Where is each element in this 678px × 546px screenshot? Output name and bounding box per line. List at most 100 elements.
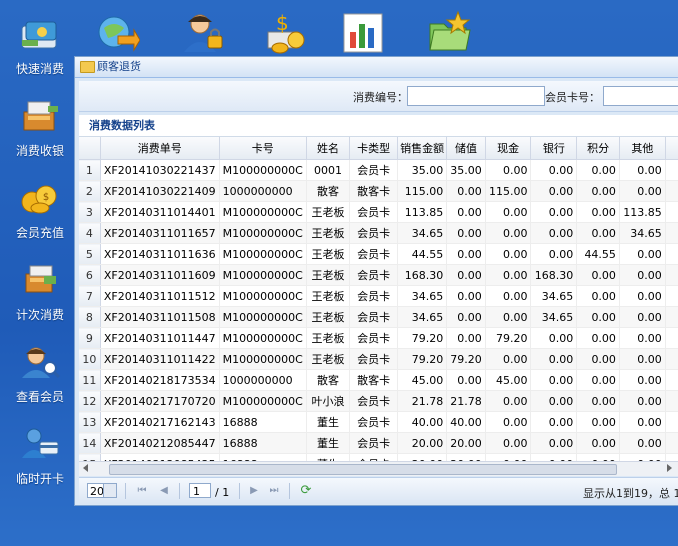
other-cell: 0.00 bbox=[619, 369, 666, 391]
cash-cell: 115.00 bbox=[485, 180, 532, 202]
cash-cell: 0.00 bbox=[485, 159, 532, 181]
card-type-cell: 会员卡 bbox=[349, 222, 399, 244]
sidebar-item-view-member[interactable]: 查看会员 bbox=[0, 336, 80, 406]
card-no-label: 会员卡号： bbox=[545, 91, 600, 104]
col-header-order-no[interactable]: 消费单号 bbox=[100, 137, 220, 160]
col-header-amount[interactable]: 销售金额 bbox=[397, 137, 448, 160]
table-row[interactable]: 6 XF20140311011609 M100000000C 王老板 会员卡 168.30… bbox=[79, 264, 678, 286]
card-no-cell: M100000000C bbox=[219, 243, 307, 265]
points-cell: 44.55 bbox=[576, 243, 620, 265]
points-cell: 0.00 bbox=[576, 222, 620, 244]
refresh-icon[interactable]: ⟳ bbox=[299, 484, 313, 498]
card-no-cell: 16888 bbox=[219, 411, 307, 433]
table-row[interactable]: 5 XF20140311011636 M100000000C 王老板 会员卡 44.55 0… bbox=[79, 243, 678, 265]
amount-cell: 113.85 bbox=[397, 201, 448, 223]
col-header-points[interactable]: 积分 bbox=[576, 137, 620, 160]
row-number: 11 bbox=[79, 369, 101, 391]
row-number: 3 bbox=[79, 201, 101, 223]
last-page-icon[interactable]: ⏭ bbox=[267, 484, 281, 498]
table-row[interactable]: 9 XF20140311011447 M100000000C 王老板 会员卡 79.20 0… bbox=[79, 327, 678, 349]
name-cell: 王老板 bbox=[306, 201, 351, 223]
name-cell: 王老板 bbox=[306, 222, 351, 244]
name-cell: 王老板 bbox=[306, 285, 351, 307]
amount-cell: 44.55 bbox=[397, 243, 448, 265]
card-type-cell: 会员卡 bbox=[349, 432, 399, 454]
table-row[interactable]: 1 XF20141030221437 M100000000C 0001 会员卡 35.00… bbox=[79, 159, 678, 181]
other-cell: 0.00 bbox=[619, 390, 666, 412]
table-row[interactable]: 14 XF20140212085447 16888 董生 会员卡 20.00 20.00 0.… bbox=[79, 432, 678, 454]
name-cell: 董生 bbox=[306, 453, 351, 461]
card-no-input[interactable] bbox=[603, 86, 678, 106]
user-lock-icon[interactable] bbox=[180, 10, 226, 56]
scroll-left-icon[interactable] bbox=[83, 464, 88, 472]
table-row[interactable]: 3 XF20140311014401 M100000000C 王老板 会员卡 113.85… bbox=[79, 201, 678, 223]
current-page-input[interactable]: 1 bbox=[189, 483, 211, 498]
sidebar-item-count-consume[interactable]: 计次消费 bbox=[0, 254, 80, 324]
globe-arrow-icon[interactable] bbox=[94, 10, 141, 56]
search-bar: 消费编号： 会员卡号： bbox=[79, 81, 678, 112]
points-cell: 0.00 bbox=[576, 390, 620, 412]
bank-cell: 0.00 bbox=[530, 327, 578, 349]
return-goods-window: 顾客退货 消费编号： 会员卡号： 消费数据列表 消费单号 卡号 姓名 卡类型 销… bbox=[74, 56, 678, 506]
order-no-cell: XF20140311011508 bbox=[100, 306, 220, 328]
stored-cell: 0.00 bbox=[446, 285, 486, 307]
first-page-icon[interactable]: ⏮ bbox=[135, 484, 149, 498]
table-row[interactable]: 15XF2014021208542516888董生会员卡20.0020.000.… bbox=[79, 453, 678, 461]
card-payment-icon bbox=[18, 16, 62, 52]
row-number: 13 bbox=[79, 411, 101, 433]
folder-star-icon[interactable] bbox=[426, 10, 472, 56]
table-row[interactable]: 2 XF20141030221409 1000000000 散客 散客卡 115.00 0.… bbox=[79, 180, 678, 202]
stored-cell: 35.00 bbox=[446, 159, 486, 181]
table-row[interactable]: 4 XF20140311011657 M100000000C 王老板 会员卡 34.65 0… bbox=[79, 222, 678, 244]
window-title: 顾客退货 bbox=[97, 60, 141, 73]
table-row[interactable]: 13 XF20140217162143 16888 董生 会员卡 40.00 40.00 0.… bbox=[79, 411, 678, 433]
next-page-icon[interactable]: ▶ bbox=[247, 484, 261, 498]
col-header-other[interactable]: 其他 bbox=[619, 137, 666, 160]
col-header-bank[interactable]: 银行 bbox=[530, 137, 578, 160]
table-row[interactable]: 10 XF20140311011422 M100000000C 王老板 会员卡 79.20… bbox=[79, 348, 678, 370]
col-header-cash[interactable]: 现金 bbox=[485, 137, 532, 160]
pager-divider bbox=[179, 483, 180, 499]
consume-no-input[interactable] bbox=[407, 86, 545, 106]
horizontal-scrollbar[interactable] bbox=[79, 461, 678, 476]
order-no-cell: XF20140217170720 bbox=[100, 390, 220, 412]
pagination-bar: 20 ⏮ ◀ 1 / 1 ▶ ⏭ ⟳ 显示从1到19，总 1 bbox=[79, 477, 678, 504]
table-row[interactable]: 8 XF20140311011508 M100000000C 王老板 会员卡 34.65 0… bbox=[79, 306, 678, 328]
scrollbar-thumb[interactable] bbox=[109, 464, 617, 475]
prev-page-icon[interactable]: ◀ bbox=[157, 484, 171, 498]
card-type-cell: 会员卡 bbox=[349, 201, 399, 223]
bar-chart-icon[interactable] bbox=[340, 10, 386, 56]
amount-cell: 34.65 bbox=[397, 306, 448, 328]
card-type-cell: 会员卡 bbox=[349, 327, 399, 349]
table-row[interactable]: 7 XF20140311011512 M100000000C 王老板 会员卡 34.65 0… bbox=[79, 285, 678, 307]
left-sidebar: 快速消费 消费收银 $ 会员充值 计次消费 查看会员 临时开卡 bbox=[0, 0, 80, 546]
money-stack-icon[interactable]: $ bbox=[262, 10, 308, 56]
table-row[interactable]: 11 XF20140218173534 1000000000 散客 散客卡 45.00 0.… bbox=[79, 369, 678, 391]
stored-cell: 0.00 bbox=[446, 243, 486, 265]
card-type-cell: 会员卡 bbox=[349, 159, 399, 181]
col-header-name[interactable]: 姓名 bbox=[306, 137, 351, 160]
col-header-card-no[interactable]: 卡号 bbox=[219, 137, 307, 160]
sidebar-item-checkout[interactable]: 消费收银 bbox=[0, 90, 80, 160]
sidebar-item-label: 快速消费 bbox=[15, 62, 64, 76]
cash-cell: 0.00 bbox=[485, 306, 532, 328]
filler-cell bbox=[665, 306, 678, 328]
sidebar-item-member-recharge[interactable]: $ 会员充值 bbox=[0, 172, 80, 242]
member-icon bbox=[18, 344, 62, 380]
col-header-stored[interactable]: 储值 bbox=[446, 137, 486, 160]
sidebar-item-temp-card[interactable]: 临时开卡 bbox=[0, 418, 80, 488]
points-cell: 0.00 bbox=[576, 327, 620, 349]
sidebar-item-label: 消费收银 bbox=[15, 144, 64, 158]
table-row[interactable]: 12 XF20140217170720 M100000000C 叶小浪 会员卡 21.78… bbox=[79, 390, 678, 412]
order-no-cell: XF20140212085447 bbox=[100, 432, 220, 454]
chevron-down-icon[interactable] bbox=[103, 484, 116, 497]
svg-text:$: $ bbox=[276, 11, 289, 35]
amount-cell: 115.00 bbox=[397, 180, 448, 202]
bank-cell: 0.00 bbox=[530, 243, 578, 265]
filler-cell bbox=[665, 432, 678, 454]
page-size-select[interactable]: 20 bbox=[87, 483, 117, 498]
scroll-right-icon[interactable] bbox=[667, 464, 672, 472]
sidebar-item-quick-consume[interactable]: 快速消费 bbox=[0, 8, 80, 78]
col-header-card-type[interactable]: 卡类型 bbox=[349, 137, 399, 160]
amount-cell: 79.20 bbox=[397, 348, 448, 370]
